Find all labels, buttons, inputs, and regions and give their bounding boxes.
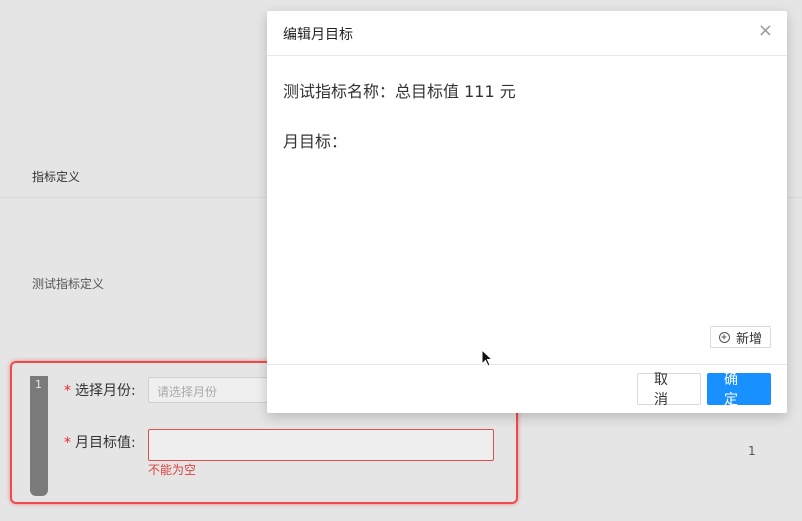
confirm-button[interactable]: 确定 <box>707 372 771 408</box>
dialog-footer: 取消 确定 <box>267 364 787 413</box>
metric-summary: 测试指标名称：总目标值 111 元 <box>283 82 516 101</box>
edit-month-target-dialog: 编辑月目标 × 测试指标名称：总目标值 111 元 月目标： 新增 取消 确定 <box>267 11 787 413</box>
dialog-body: 测试指标名称：总目标值 111 元 月目标： 新增 <box>267 56 787 366</box>
table-cell-metric-definition: 测试指标定义 <box>32 277 105 291</box>
cancel-button[interactable]: 取消 <box>637 372 701 408</box>
close-icon[interactable]: × <box>758 21 773 41</box>
dialog-header: 编辑月目标 × <box>267 11 787 56</box>
month-target-heading: 月目标： <box>283 132 348 151</box>
mouse-cursor-icon <box>481 349 494 367</box>
plus-circle-icon <box>718 331 730 343</box>
add-button[interactable]: 新增 <box>709 326 771 348</box>
add-button-label: 新增 <box>735 331 762 347</box>
column-header-metric-definition: 指标定义 <box>32 170 81 184</box>
table-cell-count: 1 <box>748 444 756 458</box>
dialog-title: 编辑月目标 <box>283 27 353 43</box>
